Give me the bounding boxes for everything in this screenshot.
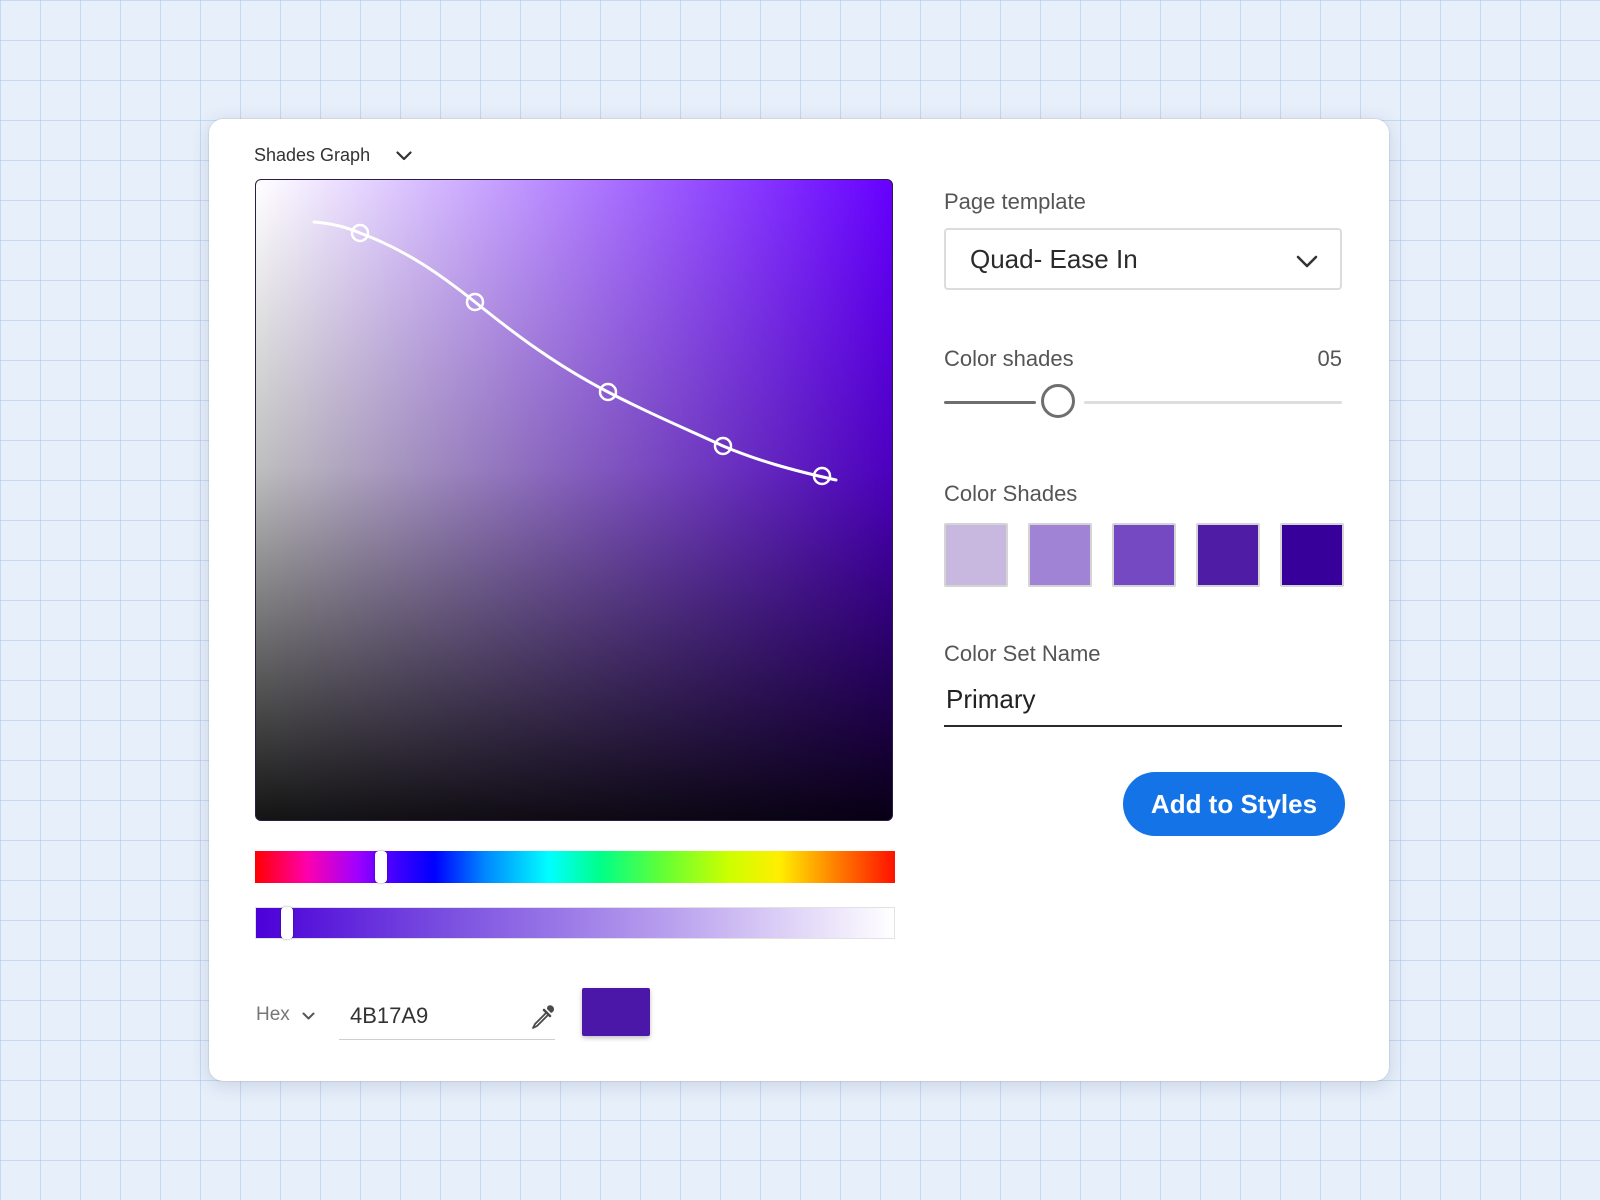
shade-swatch-4[interactable] (1196, 523, 1260, 587)
color-set-name-field[interactable] (944, 677, 1342, 727)
eyedropper-icon[interactable] (529, 1003, 557, 1031)
graph-mode-dropdown[interactable]: Shades Graph (254, 145, 412, 166)
hue-slider[interactable] (255, 851, 895, 883)
shade-swatch-5[interactable] (1280, 523, 1344, 587)
color-shades-panel: Shades Graph Hex 4B17A9 Page template Qu… (209, 119, 1389, 1081)
chevron-down-icon (302, 1004, 315, 1026)
shade-swatch-1[interactable] (944, 523, 1008, 587)
chevron-down-icon (1296, 244, 1318, 275)
shade-swatch-3[interactable] (1112, 523, 1176, 587)
color-mode-dropdown[interactable]: Hex (256, 1004, 315, 1026)
hex-input[interactable] (348, 995, 522, 1037)
shade-swatch-2[interactable] (1028, 523, 1092, 587)
hue-slider-handle[interactable] (375, 851, 387, 883)
color-shades-swatches (944, 523, 1344, 587)
color-shades-label: Color Shades (944, 481, 1078, 506)
add-to-styles-button[interactable]: Add to Styles (1123, 772, 1345, 836)
chevron-down-icon (396, 145, 412, 166)
color-mode-label: Hex (256, 1004, 290, 1025)
hex-input-field[interactable] (339, 993, 555, 1040)
current-color-preview (582, 988, 650, 1036)
graph-mode-label: Shades Graph (254, 145, 371, 165)
shades-slider-track[interactable] (1084, 401, 1342, 404)
color-shades-count-label: Color shades (944, 346, 1074, 371)
shades-slider-thumb[interactable] (1041, 384, 1075, 418)
shades-graph[interactable] (255, 179, 893, 821)
shades-curve (312, 220, 838, 486)
shades-slider-track-filled[interactable] (944, 401, 1036, 404)
page-template-value: Quad- Ease In (970, 243, 1138, 274)
color-set-name-label: Color Set Name (944, 641, 1101, 666)
page-template-label: Page template (944, 189, 1086, 214)
shade-slider[interactable] (255, 907, 895, 939)
color-set-name-input[interactable] (944, 677, 1338, 721)
shade-slider-handle[interactable] (281, 907, 293, 939)
page-template-dropdown[interactable]: Quad- Ease In (944, 228, 1342, 290)
color-shades-count-value: 05 (1317, 346, 1342, 371)
